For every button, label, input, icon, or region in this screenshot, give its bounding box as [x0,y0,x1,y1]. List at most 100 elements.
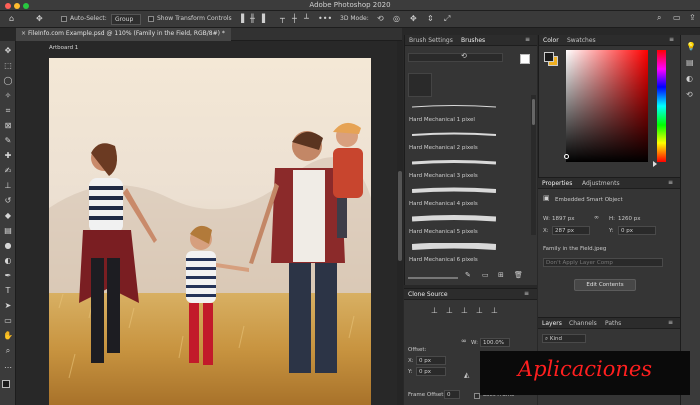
tab-swatches[interactable]: Swatches [567,37,596,44]
brush-row-2[interactable]: Hard Mechanical 2 pixels [407,126,500,154]
crop-tool-icon[interactable]: ⌗ [3,106,13,116]
3d-roll-icon[interactable]: ◎ [393,15,400,23]
new-brush-icon[interactable] [520,54,530,64]
tab-channels[interactable]: Channels [569,320,597,327]
clone-width-field[interactable]: 100.0% [480,338,510,347]
tab-paths[interactable]: Paths [605,320,621,327]
move-tool-icon[interactable]: ✥ [36,15,43,23]
align-bottom-icon[interactable]: ┴ [304,15,309,23]
layer-filter-kind[interactable]: ⌕ Kind [542,334,586,343]
clone-source-2-icon[interactable]: ⊥ [446,307,453,315]
clone-source-1-icon[interactable]: ⊥ [431,307,438,315]
auto-select-dropdown[interactable]: Group [111,14,141,25]
adjustments-icon[interactable]: ◐ [686,75,693,83]
workspace-icon[interactable]: ▭ [673,14,681,22]
pen-tool-icon[interactable]: ✒ [3,271,13,281]
color-field[interactable] [566,50,648,162]
align-left-icon[interactable]: ▐ [238,15,244,23]
brush-row-3[interactable]: Hard Mechanical 3 pixels [407,154,500,182]
transform-controls-checkbox[interactable] [148,16,154,22]
history-brush-tool-icon[interactable]: ↺ [3,196,13,206]
vertical-scrollbar[interactable] [397,41,403,405]
clone-source-3-icon[interactable]: ⊥ [461,307,468,315]
link-dimensions-icon[interactable]: ∞ [594,215,599,221]
layer-comp-dropdown[interactable]: Don't Apply Layer Comp [543,258,663,267]
brush-list-scrollbar[interactable] [531,95,536,235]
brush-row-5[interactable]: Hard Mechanical 5 pixels [407,210,500,238]
tab-brushes[interactable]: Brushes [461,37,485,44]
learn-icon[interactable]: 💡 [686,43,696,51]
new-brush-button-icon[interactable]: ⊞ [498,272,504,279]
frame-tool-icon[interactable]: ⊠ [3,121,13,131]
panel-menu-icon[interactable]: ≡ [525,37,530,43]
hue-slider-handle[interactable] [653,161,657,167]
delete-brush-icon[interactable]: 🗑 [514,272,523,279]
3d-slide-icon[interactable]: ⇕ [427,15,434,23]
link-icon[interactable]: ∞ [461,338,467,345]
clone-source-5-icon[interactable]: ⊥ [491,307,498,315]
more-tools-icon[interactable]: ⋯ [3,363,13,373]
gradient-tool-icon[interactable]: ▤ [3,226,13,236]
tab-adjustments[interactable]: Adjustments [582,180,620,187]
move-tool-icon[interactable]: ✥ [3,46,13,56]
home-icon[interactable]: ⌂ [9,15,14,23]
eyedropper-tool-icon[interactable]: ✎ [3,136,13,146]
clone-stamp-tool-icon[interactable]: ⊥ [3,181,13,191]
blur-tool-icon[interactable]: ● [3,241,13,251]
align-top-icon[interactable]: ┬ [280,15,285,23]
tab-clone-source[interactable]: Clone Source [408,291,448,298]
tab-color[interactable]: Color [543,37,559,44]
height-value[interactable]: 1260 px [618,216,641,222]
panel-menu-icon[interactable]: ≡ [668,320,673,326]
3d-rotate-icon[interactable]: ⟲ [377,15,384,23]
reset-transform-icon[interactable]: ◭ [464,372,469,379]
align-right-icon[interactable]: ▌ [262,15,268,23]
3d-scale-icon[interactable]: ⤢ [444,15,450,23]
brush-size-reset-icon[interactable]: ⟲ [461,53,467,60]
brush-row-6[interactable]: Hard Mechanical 6 pixels [407,238,500,266]
edit-contents-button[interactable]: Edit Contents [574,279,636,291]
offset-y-field[interactable]: 0 px [416,367,446,376]
foreground-color-swatch[interactable] [544,52,554,62]
eraser-tool-icon[interactable]: ◆ [3,211,13,221]
align-center-icon[interactable]: ╫ [250,15,255,23]
path-selection-tool-icon[interactable]: ➤ [3,301,13,311]
brush-row-1[interactable]: Hard Mechanical 1 pixel [407,98,500,126]
brush-tool-icon[interactable]: ✍ [3,166,13,176]
artboard-photo[interactable] [49,58,371,405]
align-middle-icon[interactable]: ┼ [292,15,297,23]
tab-properties[interactable]: Properties [542,180,572,187]
foreground-swatch[interactable] [2,380,10,388]
hand-tool-icon[interactable]: ✋ [3,331,13,341]
x-field[interactable]: 287 px [552,226,590,235]
history-icon[interactable]: ⟲ [686,91,693,99]
offset-x-field[interactable]: 0 px [416,356,446,365]
panel-menu-icon[interactable]: ≡ [669,37,674,43]
color-picker-marker[interactable] [564,154,569,159]
3d-pan-icon[interactable]: ✥ [410,15,417,23]
healing-brush-tool-icon[interactable]: ✚ [3,151,13,161]
zoom-tool-icon[interactable]: ⌕ [3,346,13,356]
type-tool-icon[interactable]: T [3,286,13,296]
new-group-icon[interactable]: ▭ [482,272,489,279]
hue-slider[interactable] [657,50,666,162]
panel-menu-icon[interactable]: ≡ [524,291,529,297]
brush-preview-slider[interactable] [408,277,458,279]
tab-brush-settings[interactable]: Brush Settings [409,37,453,44]
brush-row-4[interactable]: Hard Mechanical 4 pixels [407,182,500,210]
document-tab[interactable]: FileInfo.com Example.psd @ 110% (Family … [16,28,231,41]
share-icon[interactable]: ⇪ [689,14,696,22]
y-field[interactable]: 0 px [618,226,656,235]
rectangle-tool-icon[interactable]: ▭ [3,316,13,326]
search-icon[interactable]: ⌕ [657,14,661,22]
frame-offset-field[interactable]: 0 [444,390,460,399]
dodge-tool-icon[interactable]: ◐ [3,256,13,266]
lasso-tool-icon[interactable]: ◯ [3,76,13,86]
magic-wand-tool-icon[interactable]: ✧ [3,91,13,101]
width-value[interactable]: 1897 px [552,216,575,222]
brush-tools-icon[interactable]: ✎ [465,272,471,279]
marquee-tool-icon[interactable]: ⬚ [3,61,13,71]
panel-menu-icon[interactable]: ≡ [668,180,673,186]
close-tab-icon[interactable]: × [21,31,26,37]
brush-size-slider[interactable] [408,53,503,62]
